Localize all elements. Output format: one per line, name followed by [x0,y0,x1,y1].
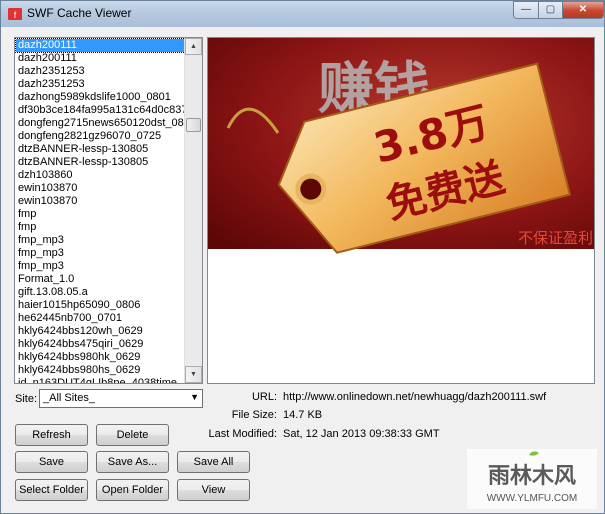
list-item[interactable]: fmp [15,221,186,234]
list-item[interactable]: hkly6424bbs980hk_0629 [15,351,186,364]
save-as-button[interactable]: Save As... [96,451,169,473]
site-select-value: _All Sites_ [43,392,95,404]
url-value: http://www.onlinedown.net/newhuagg/dazh2… [283,391,547,403]
list-item[interactable]: fmp_mp3 [15,260,186,273]
title-bar[interactable]: f SWF Cache Viewer — ▢ ✕ [1,1,604,27]
list-item[interactable]: hkly6424bbs980hs_0629 [15,364,186,377]
save-button[interactable]: Save [15,451,88,473]
swf-file-list[interactable]: dazh200111 dazh200111 dazh2351253 dazh23512… [14,37,203,384]
open-folder-button[interactable]: Open Folder [96,479,169,501]
list-item[interactable]: fmp [15,208,186,221]
list-item[interactable]: dazh2351253 [15,78,186,91]
select-folder-button[interactable]: Select Folder [15,479,88,501]
last-modified-value: Sat, 12 Jan 2013 09:38:33 GMT [283,428,440,440]
list-item[interactable]: ewin103870 [15,182,186,195]
url-label: URL: [251,391,277,403]
list-item[interactable]: he62445nb700_0701 [15,312,186,325]
minimize-button[interactable]: — [513,1,539,19]
file-size-value: 14.7 KB [283,409,323,421]
swf-preview-pane: 赚钱 3.8万 免费送 不保证盈利 [207,37,595,384]
list-item[interactable]: dtzBANNER-lessp-130805 [15,156,186,169]
list-item[interactable]: dongfeng2821gz96070_0725 [15,130,186,143]
refresh-button[interactable]: Refresh [15,424,88,446]
list-item[interactable]: dtzBANNER-lessp-130805 [15,143,186,156]
chevron-down-icon: ▼ [190,392,199,402]
list-item[interactable]: ewin103870 [15,195,186,208]
list-item[interactable]: dazhong5989kdslife1000_0801 [15,91,186,104]
watermark-site: WWW.YLMFU.COM [487,493,578,504]
scroll-up-icon[interactable]: ▲ [185,38,202,55]
close-button[interactable]: ✕ [562,1,604,19]
window-title: SWF Cache Viewer [27,6,132,20]
list-item[interactable]: id_n163DUT4gLIb8pe_4038time [15,377,186,383]
banner-disclaimer: 不保证盈利 [518,229,593,247]
ylmf-watermark-logo: 雨林木风 WWW.YLMFU.COM [467,449,597,509]
delete-button[interactable]: Delete [96,424,169,446]
app-window: f SWF Cache Viewer — ▢ ✕ dazh200111 dazh2… [0,0,605,514]
list-item[interactable]: Format_1.0 [15,273,186,286]
list-item[interactable]: dazh200111 [15,38,186,53]
flash-banner-preview: 赚钱 3.8万 免费送 不保证盈利 [208,38,594,254]
file-list-items: dazh200111 dazh200111 dazh2351253 dazh23512… [15,38,186,383]
scroll-thumb[interactable] [186,118,201,132]
list-item[interactable]: gift.13.08.05.a [15,286,186,299]
list-item[interactable]: fmp_mp3 [15,234,186,247]
list-item[interactable]: haier1015hp65090_0806 [15,299,186,312]
watermark-brand: 雨林木风 [488,464,576,489]
scroll-down-icon[interactable]: ▼ [185,366,202,383]
last-modified-label: Last Modified: [208,428,277,440]
file-size-label: File Size: [231,409,277,421]
list-item[interactable]: fmp_mp3 [15,247,186,260]
list-item[interactable]: df30b3ce184fa995a131c64d0c837 [15,104,186,117]
list-item[interactable]: hkly6424bbs475qiri_0629 [15,338,186,351]
site-select[interactable]: _All Sites_ ▼ [39,389,203,408]
list-scrollbar[interactable]: ▲ ▼ [184,38,202,383]
maximize-button[interactable]: ▢ [538,1,563,19]
list-item[interactable]: dazh2351253 [15,65,186,78]
app-icon: f [8,8,22,20]
list-item[interactable]: dzh103860 [15,169,186,182]
list-item[interactable]: dongfeng2715news650120dst_080 [15,117,186,130]
list-item[interactable]: dazh200111 [15,52,186,65]
view-button[interactable]: View [177,479,250,501]
save-all-button[interactable]: Save All [177,451,250,473]
site-label: Site: [15,393,38,405]
list-item[interactable]: hkly6424bbs120wh_0629 [15,325,186,338]
